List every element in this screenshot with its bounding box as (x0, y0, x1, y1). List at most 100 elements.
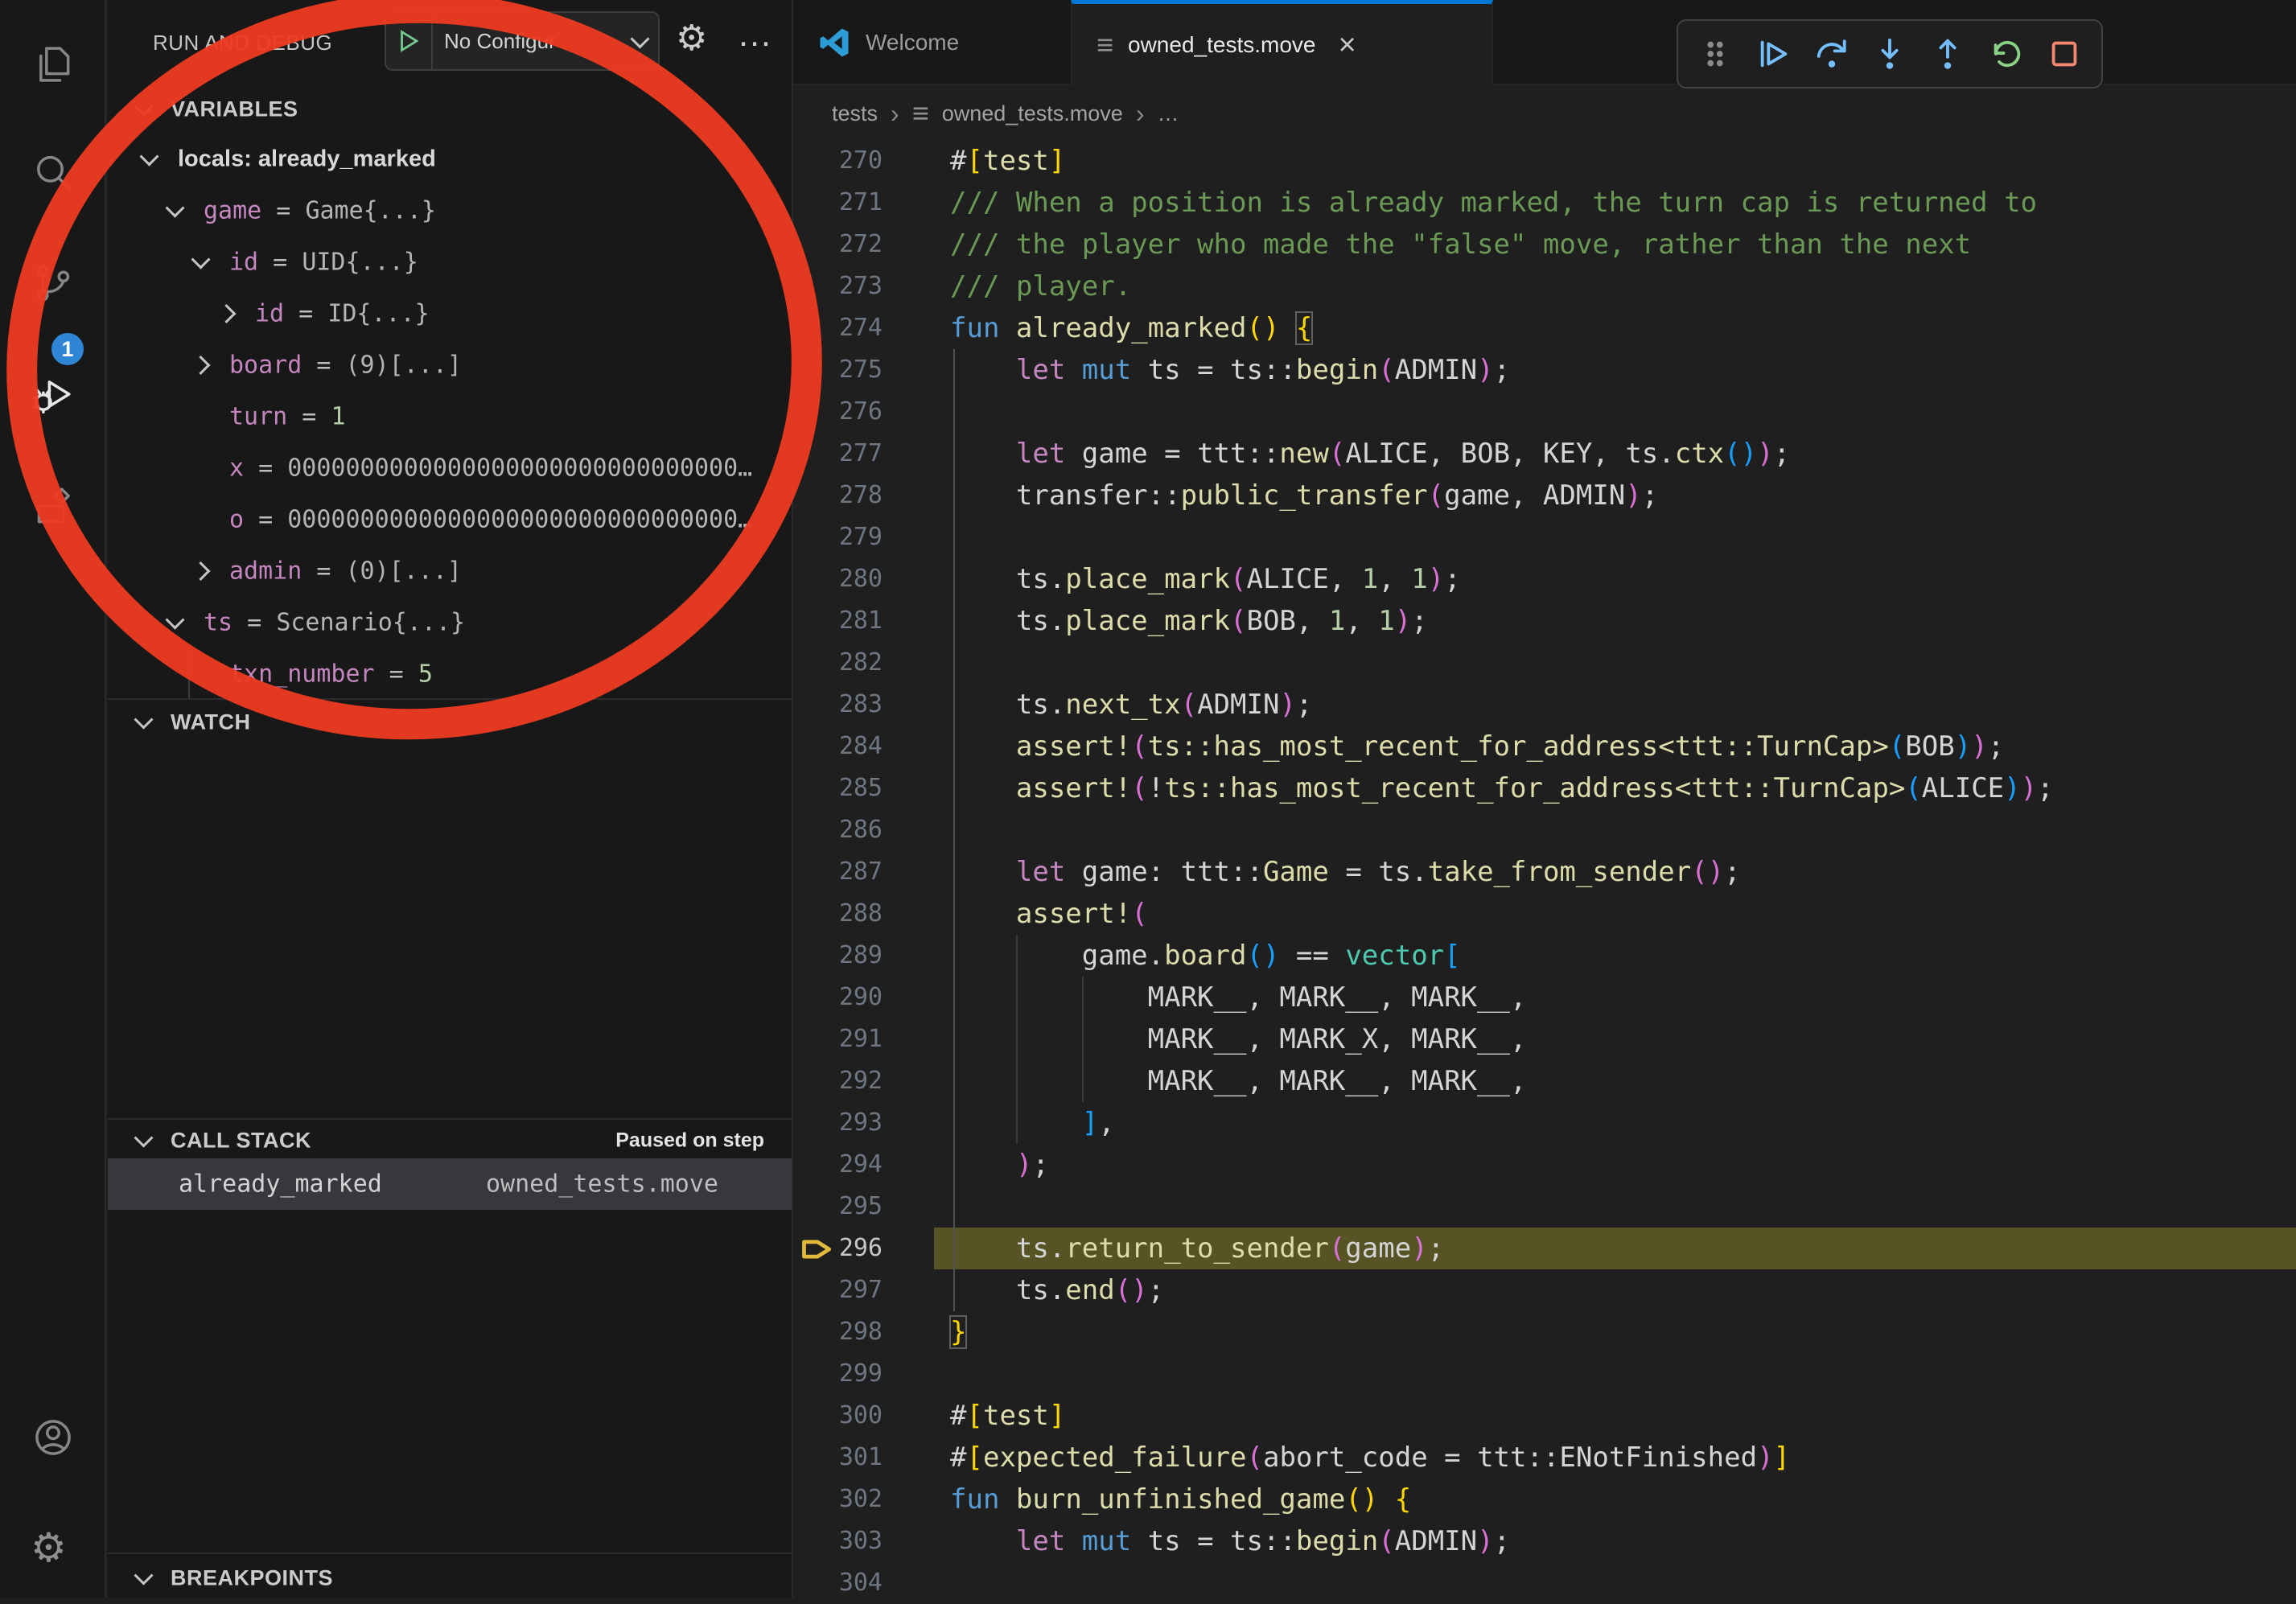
chevron-right-icon[interactable] (191, 356, 210, 375)
code-line[interactable]: 300#[test] (793, 1395, 2296, 1437)
code-text[interactable] (934, 391, 2296, 433)
code-line[interactable]: 287 let game: ttt::Game = ts.take_from_s… (793, 851, 2296, 893)
start-debugging-icon[interactable] (386, 13, 433, 69)
code-text[interactable]: /// When a position is already marked, t… (934, 182, 2296, 224)
line-number[interactable]: 297 (793, 1269, 934, 1311)
code-text[interactable]: ts.next_tx(ADMIN); (934, 684, 2296, 726)
code-line[interactable]: 297 ts.end(); (793, 1269, 2296, 1311)
line-number[interactable]: 295 (793, 1186, 934, 1228)
code-line[interactable]: 270#[test] (793, 140, 2296, 182)
more-actions-icon[interactable]: … (737, 14, 774, 55)
variable-row[interactable]: x = 0000000000000000000000000000000… (108, 442, 792, 494)
code-text[interactable]: game.board() == vector[ (934, 935, 2296, 977)
code-line[interactable]: 288 assert!( (793, 893, 2296, 935)
stop-button[interactable] (2043, 33, 2085, 75)
chevron-down-icon[interactable] (165, 611, 184, 630)
code-text[interactable]: assert!(!ts::has_most_recent_for_address… (934, 767, 2296, 809)
line-number[interactable]: 290 (793, 977, 934, 1018)
code-text[interactable]: ts.place_mark(ALICE, 1, 1); (934, 558, 2296, 600)
code-text[interactable]: transfer::public_transfer(game, ADMIN); (934, 475, 2296, 516)
code-line[interactable]: 302fun burn_unfinished_game() { (793, 1479, 2296, 1520)
extensions-icon[interactable] (31, 484, 76, 529)
step-over-button[interactable] (1811, 33, 1853, 75)
line-number[interactable]: 299 (793, 1353, 934, 1395)
code-text[interactable]: ], (934, 1102, 2296, 1144)
line-number[interactable]: 287 (793, 851, 934, 893)
launch-config-dropdown[interactable]: No Configur (385, 11, 660, 71)
line-number[interactable]: 292 (793, 1060, 934, 1102)
code-line[interactable]: 293 ], (793, 1102, 2296, 1144)
code-text[interactable]: #[test] (934, 1395, 2296, 1437)
code-line[interactable]: 291 MARK__, MARK_X, MARK__, (793, 1018, 2296, 1060)
line-number[interactable]: 280 (793, 558, 934, 600)
code-text[interactable] (934, 642, 2296, 684)
code-text[interactable]: assert!( (934, 893, 2296, 935)
code-line[interactable]: 278 transfer::public_transfer(game, ADMI… (793, 475, 2296, 516)
code-line[interactable]: 281 ts.place_mark(BOB, 1, 1); (793, 600, 2296, 642)
code-text[interactable]: ts.end(); (934, 1269, 2296, 1311)
tab-owned-tests-move[interactable]: ≡ owned_tests.move × (1071, 0, 1493, 85)
chevron-down-icon[interactable] (165, 199, 184, 218)
code-line[interactable]: 283 ts.next_tx(ADMIN); (793, 684, 2296, 726)
line-number[interactable]: 281 (793, 600, 934, 642)
code-line[interactable]: 285 assert!(!ts::has_most_recent_for_add… (793, 767, 2296, 809)
code-text[interactable]: let game: ttt::Game = ts.take_from_sende… (934, 851, 2296, 893)
code-text[interactable]: } (934, 1311, 2296, 1353)
chevron-down-icon[interactable] (191, 250, 210, 269)
line-number[interactable]: 272 (793, 224, 934, 265)
code-line[interactable]: 290 MARK__, MARK__, MARK__, (793, 977, 2296, 1018)
tab-welcome[interactable]: Welcome (793, 0, 1071, 85)
watch-section-header[interactable]: WATCH (108, 701, 792, 743)
code-text[interactable]: let mut ts = ts::begin(ADMIN); (934, 349, 2296, 391)
line-number[interactable]: 301 (793, 1437, 934, 1479)
code-text[interactable]: ); (934, 1144, 2296, 1186)
breadcrumb-item-symbol[interactable]: … (1157, 101, 1179, 126)
code-text[interactable] (934, 1186, 2296, 1228)
chevron-down-icon[interactable] (139, 147, 158, 167)
source-control-icon[interactable] (31, 261, 76, 306)
code-text[interactable] (934, 516, 2296, 558)
line-number[interactable]: 286 (793, 809, 934, 851)
settings-gear-icon[interactable]: ⚙ (31, 1528, 76, 1573)
code-text[interactable]: fun already_marked() { (934, 307, 2296, 349)
code-text[interactable] (934, 1562, 2296, 1604)
line-number[interactable]: 270 (793, 140, 934, 182)
account-icon[interactable] (31, 1415, 76, 1460)
code-line[interactable]: 298} (793, 1311, 2296, 1353)
drag-handle-icon[interactable] (1694, 33, 1736, 75)
code-line[interactable]: 273/// player. (793, 265, 2296, 307)
breakpoints-section-header[interactable]: BREAKPOINTS (108, 1557, 792, 1599)
close-icon[interactable]: × (1338, 30, 1356, 60)
restart-button[interactable] (1985, 33, 2027, 75)
code-text[interactable]: #[expected_failure(abort_code = ttt::ENo… (934, 1437, 2296, 1479)
code-line[interactable]: 299 (793, 1353, 2296, 1395)
variable-row[interactable]: board = (9)[...] (108, 339, 792, 391)
line-number[interactable]: 273 (793, 265, 934, 307)
code-line[interactable]: 272/// the player who made the "false" m… (793, 224, 2296, 265)
line-number[interactable]: 289 (793, 935, 934, 977)
call-stack-section-header[interactable]: CALL STACK Paused on step (108, 1120, 792, 1162)
line-number[interactable]: 274 (793, 307, 934, 349)
code-text[interactable]: /// the player who made the "false" move… (934, 224, 2296, 265)
line-number[interactable]: 304 (793, 1562, 934, 1604)
code-line[interactable]: 304 (793, 1562, 2296, 1604)
code-line[interactable]: 280 ts.place_mark(ALICE, 1, 1); (793, 558, 2296, 600)
code-line[interactable]: 295 (793, 1186, 2296, 1228)
code-line[interactable]: 292 MARK__, MARK__, MARK__, (793, 1060, 2296, 1102)
code-text[interactable]: MARK__, MARK__, MARK__, (934, 1060, 2296, 1102)
variable-row[interactable]: ts = Scenario{...} (108, 597, 792, 648)
line-number[interactable]: 284 (793, 726, 934, 767)
variables-section-header[interactable]: VARIABLES (108, 88, 792, 130)
code-line[interactable]: 277 let game = ttt::new(ALICE, BOB, KEY,… (793, 433, 2296, 475)
line-number[interactable]: 282 (793, 642, 934, 684)
code-line[interactable]: 276 (793, 391, 2296, 433)
code-text[interactable] (934, 809, 2296, 851)
variable-row[interactable]: game = Game{...} (108, 185, 792, 236)
explorer-files-icon[interactable] (31, 42, 76, 87)
code-text[interactable]: /// player. (934, 265, 2296, 307)
code-line[interactable]: 289 game.board() == vector[ (793, 935, 2296, 977)
line-number[interactable]: 283 (793, 684, 934, 726)
line-number[interactable]: 271 (793, 182, 934, 224)
breadcrumb-item-tests[interactable]: tests (832, 101, 878, 126)
code-line[interactable]: 279 (793, 516, 2296, 558)
